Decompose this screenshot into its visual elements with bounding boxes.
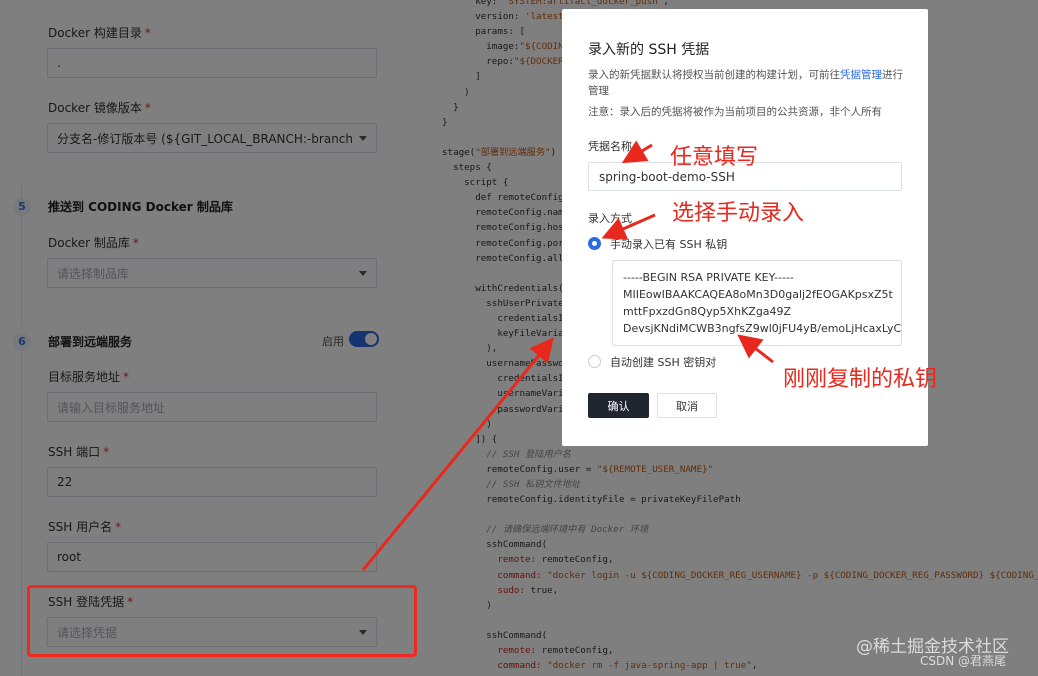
watermark-csdn: CSDN @君燕尾	[920, 654, 1007, 668]
annotation-copied-key: 刚刚复制的私钥	[783, 367, 938, 392]
annotation-arrows	[361, 140, 774, 571]
arrow-to-manual-radio	[601, 213, 656, 240]
arrow-to-key-box	[737, 334, 774, 364]
annotation-manual-entry: 选择手动录入	[672, 201, 805, 226]
annotation-any-name: 任意填写	[670, 145, 759, 170]
arrow-from-credential-to-dialog	[361, 337, 554, 571]
arrow-to-name-field	[621, 140, 653, 164]
